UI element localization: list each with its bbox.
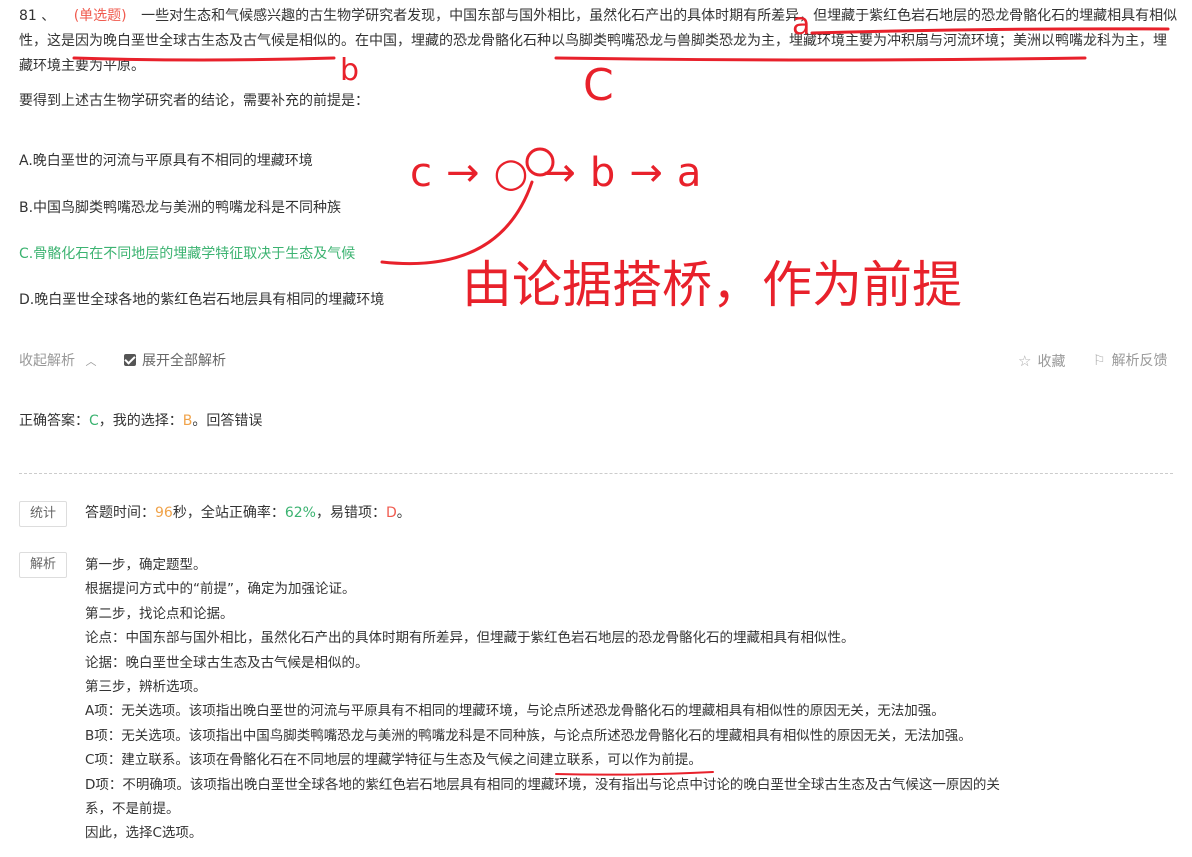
correct-answer: C: [89, 413, 99, 429]
collapse-analysis-button[interactable]: 收起解析 ︿: [19, 350, 96, 373]
question-number: 81 、: [19, 8, 56, 24]
error-label: ，易错项：: [315, 505, 386, 521]
note-text: 由论据搭桥，作为前提: [462, 256, 962, 314]
option-c[interactable]: C.骨骼化石在不同地层的埋藏学特征取决于生态及气候: [19, 243, 355, 265]
answer-line: 正确答案：C，我的选择：B。回答错误: [19, 410, 262, 432]
option-a[interactable]: A.晚白垩世的河流与平原具有不相同的埋藏环境: [19, 150, 313, 172]
analysis-line: 论点：中国东部与国外相比，虽然化石产出的具体时期有所差异，但埋藏于紫红色岩石地层…: [85, 630, 855, 647]
answer-result: 。回答错误: [192, 413, 263, 429]
question-text: 一些对生态和气候感兴趣的古生物学研究者发现，中国东部与国外相比，虽然化石产出的具…: [19, 8, 1178, 74]
stats-line: 答题时间：96秒，全站正确率：62%，易错项：D。: [85, 502, 411, 524]
analysis-line: 论据：晚白垩世全球古生态及古气候是相似的。: [85, 654, 369, 671]
analysis-line: B项：无关选项。该项指出中国鸟脚类鸭嘴恐龙与美洲的鸭嘴龙科是不同种族，与论点所述…: [85, 727, 972, 744]
question-stem: 81 、 (单选题) 一些对生态和气候感兴趣的古生物学研究者发现，中国东部与国外…: [19, 4, 1179, 79]
option-b[interactable]: B.中国鸟脚类鸭嘴恐龙与美洲的鸭嘴龙科是不同种族: [19, 197, 341, 219]
analysis-line: 第二步，找论点和论据。: [85, 605, 234, 622]
analysis-line: 第一步，确定题型。: [85, 557, 207, 573]
chain-text: c→○→b→a: [410, 150, 715, 196]
accuracy-rate: 62%: [284, 505, 316, 521]
analysis-line: A项：无关选项。该项指出晚白垩世的河流与平原具有不相同的埋藏环境，与论点所述恐龙…: [85, 703, 945, 720]
feedback-button[interactable]: ⚐ 解析反馈: [1093, 350, 1168, 372]
time-unit: 秒，全站正确率：: [172, 505, 285, 521]
favorite-label: 收藏: [1037, 354, 1066, 370]
question-prompt: 要得到上述古生物学研究者的结论，需要补充的前提是：: [19, 93, 369, 109]
answer-mid: ，我的选择：: [98, 413, 183, 429]
analysis-line: 第三步，辨析选项。: [85, 679, 207, 696]
analysis-line: 因此，选择C选项。: [85, 825, 203, 842]
my-answer: B: [182, 413, 193, 429]
collapse-label: 收起解析: [19, 353, 75, 369]
error-option: D: [385, 505, 397, 521]
checkbox-checked-icon: [124, 354, 136, 366]
connector-curve: [380, 180, 534, 266]
analysis-tag: 解析: [19, 552, 68, 578]
feedback-label: 解析反馈: [1111, 353, 1168, 369]
stats-end: 。: [396, 505, 411, 521]
star-icon: ☆: [1018, 352, 1032, 370]
analysis-line: 系，不是前提。: [85, 801, 180, 818]
question-type: (单选题): [73, 8, 127, 24]
option-d[interactable]: D.晚白垩世全球各地的紫红色岩石地层具有相同的埋藏环境: [19, 289, 384, 311]
expand-all-toggle[interactable]: 展开全部解析: [124, 350, 226, 372]
answer-time: 96: [155, 505, 173, 521]
stats-tag: 统计: [19, 501, 68, 527]
analysis-line: 根据提问方式中的“前提”，确定为加强论证。: [85, 581, 356, 598]
chain-circle: [525, 147, 555, 177]
divider: [19, 473, 1173, 474]
answer-label: 正确答案：: [19, 413, 89, 429]
analysis-body: 第一步，确定题型。 根据提问方式中的“前提”，确定为加强论证。 第二步，找论点和…: [85, 553, 1085, 846]
chevron-up-icon: ︿: [85, 355, 97, 368]
favorite-button[interactable]: ☆ 收藏: [1018, 350, 1065, 373]
flag-icon: ⚐: [1093, 353, 1106, 369]
analysis-line: C项：建立联系。该项在骨骼化石在不同地层的埋藏学特征与生态及气候之间建立联系，可…: [85, 752, 702, 769]
time-label: 答题时间：: [85, 505, 155, 521]
analysis-line: D项：不明确项。该项指出晚白垩世全球各地的紫红色岩石地层具有相同的埋藏环境，没有…: [85, 776, 1000, 793]
expand-all-label: 展开全部解析: [142, 353, 226, 369]
